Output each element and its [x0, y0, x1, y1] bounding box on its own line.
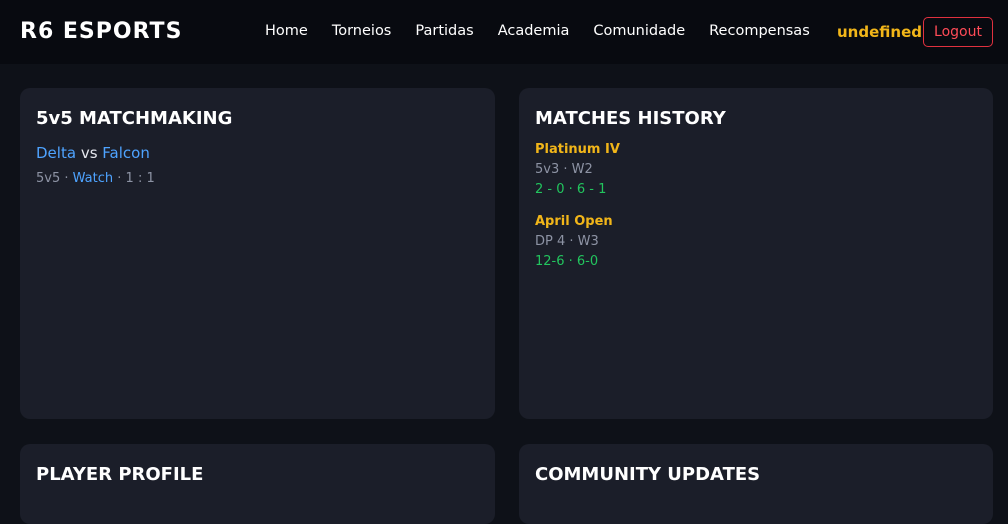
history-event-name: April Open: [535, 214, 613, 229]
watch-link[interactable]: Watch: [73, 171, 113, 186]
matchmaking-card: 5v5 MATCHMAKING Delta vs Falcon 5v5 · Wa…: [20, 88, 495, 419]
nav-academia[interactable]: Academia: [498, 23, 570, 39]
matches-history-card: MATCHES HISTORY Platinum IV 5v3 · W2 2 -…: [519, 88, 993, 419]
nav-home[interactable]: Home: [265, 23, 308, 39]
team-a-name[interactable]: Delta: [36, 144, 76, 162]
history-item[interactable]: April Open DP 4 · W3 12-6 · 6-0: [535, 214, 613, 274]
top-navbar: R6 ESPORTS Home Torneios Partidas Academ…: [0, 0, 1008, 64]
match-meta: 5v5 · Watch · 1 : 1: [36, 171, 155, 186]
community-updates-card: COMMUNITY UPDATES: [519, 444, 993, 524]
brand-logo[interactable]: R6 ESPORTS: [20, 19, 182, 44]
logout-button[interactable]: Logout: [923, 17, 993, 47]
nav-torneios[interactable]: Torneios: [332, 23, 392, 39]
history-title: MATCHES HISTORY: [535, 108, 726, 129]
history-event-meta: DP 4 · W3: [535, 234, 599, 249]
separator: ·: [113, 171, 126, 186]
separator: ·: [60, 171, 73, 186]
profile-title: PLAYER PROFILE: [36, 464, 204, 485]
nav-partidas[interactable]: Partidas: [415, 23, 473, 39]
history-event-meta: 5v3 · W2: [535, 162, 593, 177]
match-score: 1 : 1: [125, 171, 155, 186]
match-teams: Delta vs Falcon: [36, 144, 150, 162]
nav-recompensas[interactable]: Recompensas: [709, 23, 810, 39]
nav-comunidade[interactable]: Comunidade: [593, 23, 685, 39]
main-nav: Home Torneios Partidas Academia Comunida…: [265, 23, 810, 39]
username-label: undefined: [837, 23, 922, 41]
history-event-score: 12-6 · 6-0: [535, 254, 599, 269]
vs-label: vs: [80, 144, 98, 162]
community-title: COMMUNITY UPDATES: [535, 464, 761, 485]
history-event-name: Platinum IV: [535, 142, 620, 157]
history-event-score: 2 - 0 · 6 - 1: [535, 182, 607, 197]
player-profile-card: PLAYER PROFILE: [20, 444, 495, 524]
match-mode: 5v5: [36, 171, 61, 186]
history-item[interactable]: Platinum IV 5v3 · W2 2 - 0 · 6 - 1: [535, 142, 620, 202]
matchmaking-title: 5v5 MATCHMAKING: [36, 108, 233, 129]
team-b-name[interactable]: Falcon: [102, 144, 150, 162]
